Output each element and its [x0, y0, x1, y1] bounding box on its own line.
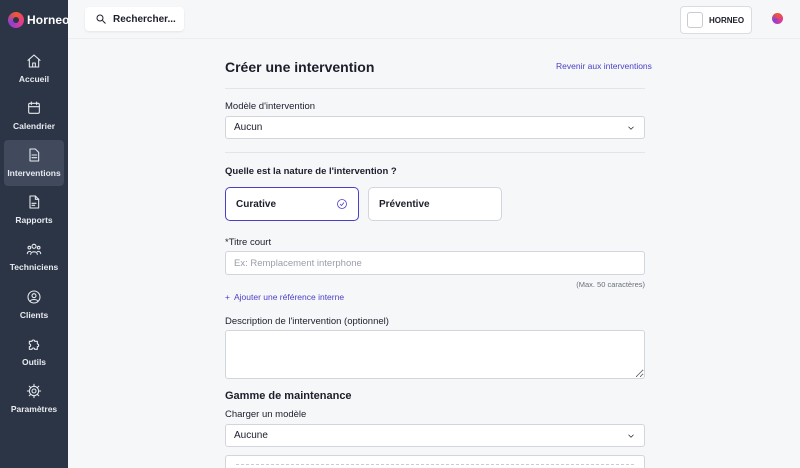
- horneo-logo-icon: [8, 12, 24, 28]
- description-label: Description de l'intervention (optionnel…: [225, 316, 389, 327]
- title-label: *Titre court: [225, 237, 272, 248]
- search-button[interactable]: Rechercher...: [85, 7, 184, 31]
- sidebar-item-label: Outils: [21, 357, 47, 367]
- nature-option-curative[interactable]: Curative: [225, 187, 359, 221]
- description-textarea[interactable]: [225, 330, 645, 379]
- sidebar-item-label: Accueil: [18, 74, 50, 84]
- chevron-down-icon: [628, 434, 634, 438]
- plus-icon: +: [225, 292, 230, 302]
- report-icon: [29, 195, 40, 209]
- sidebar-item-outils[interactable]: Outils: [4, 329, 64, 375]
- sidebar-item-techniciens[interactable]: Techniciens: [4, 234, 64, 280]
- brand-name: Horneo: [27, 13, 70, 27]
- chevron-down-icon: [628, 126, 634, 130]
- calendar-icon: [28, 101, 40, 114]
- model-label: Modèle d'intervention: [225, 101, 316, 112]
- back-to-interventions-link[interactable]: Revenir aux interventions: [556, 61, 652, 71]
- maintenance-dropzone[interactable]: [225, 455, 645, 468]
- brand[interactable]: Horneo: [8, 12, 70, 28]
- nature-label: Quelle est la nature de l'intervention ?: [225, 166, 397, 177]
- search-label: Rechercher...: [113, 13, 176, 25]
- model-select[interactable]: Aucun: [225, 116, 645, 139]
- sidebar-item-label: Clients: [19, 310, 49, 320]
- sidebar-item-label: Calendrier: [12, 121, 56, 131]
- add-reference-label: Ajouter une référence interne: [233, 292, 345, 302]
- sidebar-item-calendrier[interactable]: Calendrier: [4, 93, 64, 139]
- sidebar-item-label: Rapports: [15, 215, 53, 225]
- load-model-label: Charger un modèle: [225, 409, 307, 420]
- sidebar-item-parametres[interactable]: Paramètres: [4, 376, 64, 422]
- add-reference-link[interactable]: + Ajouter une référence interne: [225, 292, 344, 302]
- sidebar-item-label: Paramètres: [10, 404, 58, 414]
- user-avatar[interactable]: [772, 13, 783, 24]
- company-selector[interactable]: HORNEO: [680, 6, 752, 34]
- user-circle-icon: [27, 290, 41, 304]
- top-bar: Rechercher... HORNEO: [68, 0, 800, 39]
- sidebar-item-interventions[interactable]: Interventions: [4, 140, 64, 186]
- page-title: Créer une intervention: [225, 59, 375, 75]
- sidebar-item-accueil[interactable]: Accueil: [4, 46, 64, 92]
- home-icon: [27, 54, 41, 68]
- sidebar-item-label: Interventions: [7, 168, 61, 178]
- maintenance-section-title: Gamme de maintenance: [225, 390, 352, 402]
- puzzle-icon: [28, 339, 40, 350]
- sidebar-item-label: Techniciens: [9, 262, 59, 272]
- sidebar-item-clients[interactable]: Clients: [4, 282, 64, 328]
- divider: [225, 88, 645, 89]
- nature-option-label: Curative: [236, 198, 277, 210]
- sidebar-item-rapports[interactable]: Rapports: [4, 187, 64, 233]
- gear-icon: [26, 383, 42, 399]
- title-input[interactable]: [225, 251, 645, 275]
- title-hint: (Max. 50 caractères): [576, 280, 645, 289]
- company-name: HORNEO: [709, 15, 745, 25]
- divider: [225, 152, 645, 153]
- document-icon: [29, 148, 40, 162]
- load-model-select-value: Aucune: [234, 430, 268, 441]
- company-logo-icon: [687, 12, 703, 28]
- check-circle-icon: [337, 199, 347, 209]
- users-icon: [26, 243, 42, 255]
- nature-option-label: Préventive: [379, 198, 430, 210]
- model-select-value: Aucun: [234, 122, 263, 133]
- nature-option-preventive[interactable]: Préventive: [368, 187, 502, 221]
- sidebar: Horneo Accueil Calendrier Interventions …: [0, 0, 70, 468]
- search-icon: [96, 14, 106, 24]
- load-model-select[interactable]: Aucune: [225, 424, 645, 447]
